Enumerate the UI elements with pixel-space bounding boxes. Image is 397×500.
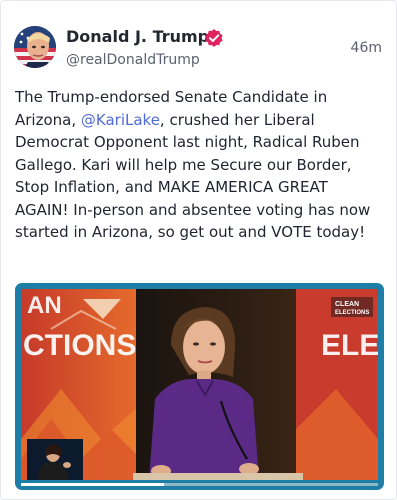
post-timestamp[interactable]: 46m <box>351 40 382 56</box>
mention-link[interactable]: @KariLake <box>81 111 160 129</box>
logo-text-2: ELECTIONS <box>335 310 369 316</box>
debate-scene: AN CTIONS ELEC CLEAN ELECTIONS <box>21 289 378 480</box>
author-name[interactable]: Donald J. Trump <box>66 27 209 46</box>
post-text-part: , crushed her Liberal Democrat Opponent … <box>15 110 371 242</box>
logo-text-1: CLEAN <box>335 301 359 308</box>
video-progress-fill <box>21 483 164 486</box>
backdrop-text-left-1: AN <box>27 292 62 319</box>
backdrop-text-right: ELEC <box>321 329 378 362</box>
author-handle[interactable]: @realDonaldTrump <box>66 52 200 68</box>
verified-badge-icon <box>204 28 224 48</box>
backdrop-text-left-2: CTIONS <box>23 329 136 362</box>
flag-portrait-icon <box>14 26 56 68</box>
video-frame[interactable]: AN CTIONS ELEC CLEAN ELECTIONS <box>21 289 378 480</box>
video-progress-bar[interactable] <box>21 483 378 486</box>
post-header: Donald J. Trump @realDonaldTrump 46m <box>14 26 384 72</box>
post-body: The Trump-endorsed Senate Candidate in A… <box>15 86 383 244</box>
video-attachment[interactable]: AN CTIONS ELEC CLEAN ELECTIONS <box>15 283 384 490</box>
author-avatar[interactable] <box>14 26 56 68</box>
